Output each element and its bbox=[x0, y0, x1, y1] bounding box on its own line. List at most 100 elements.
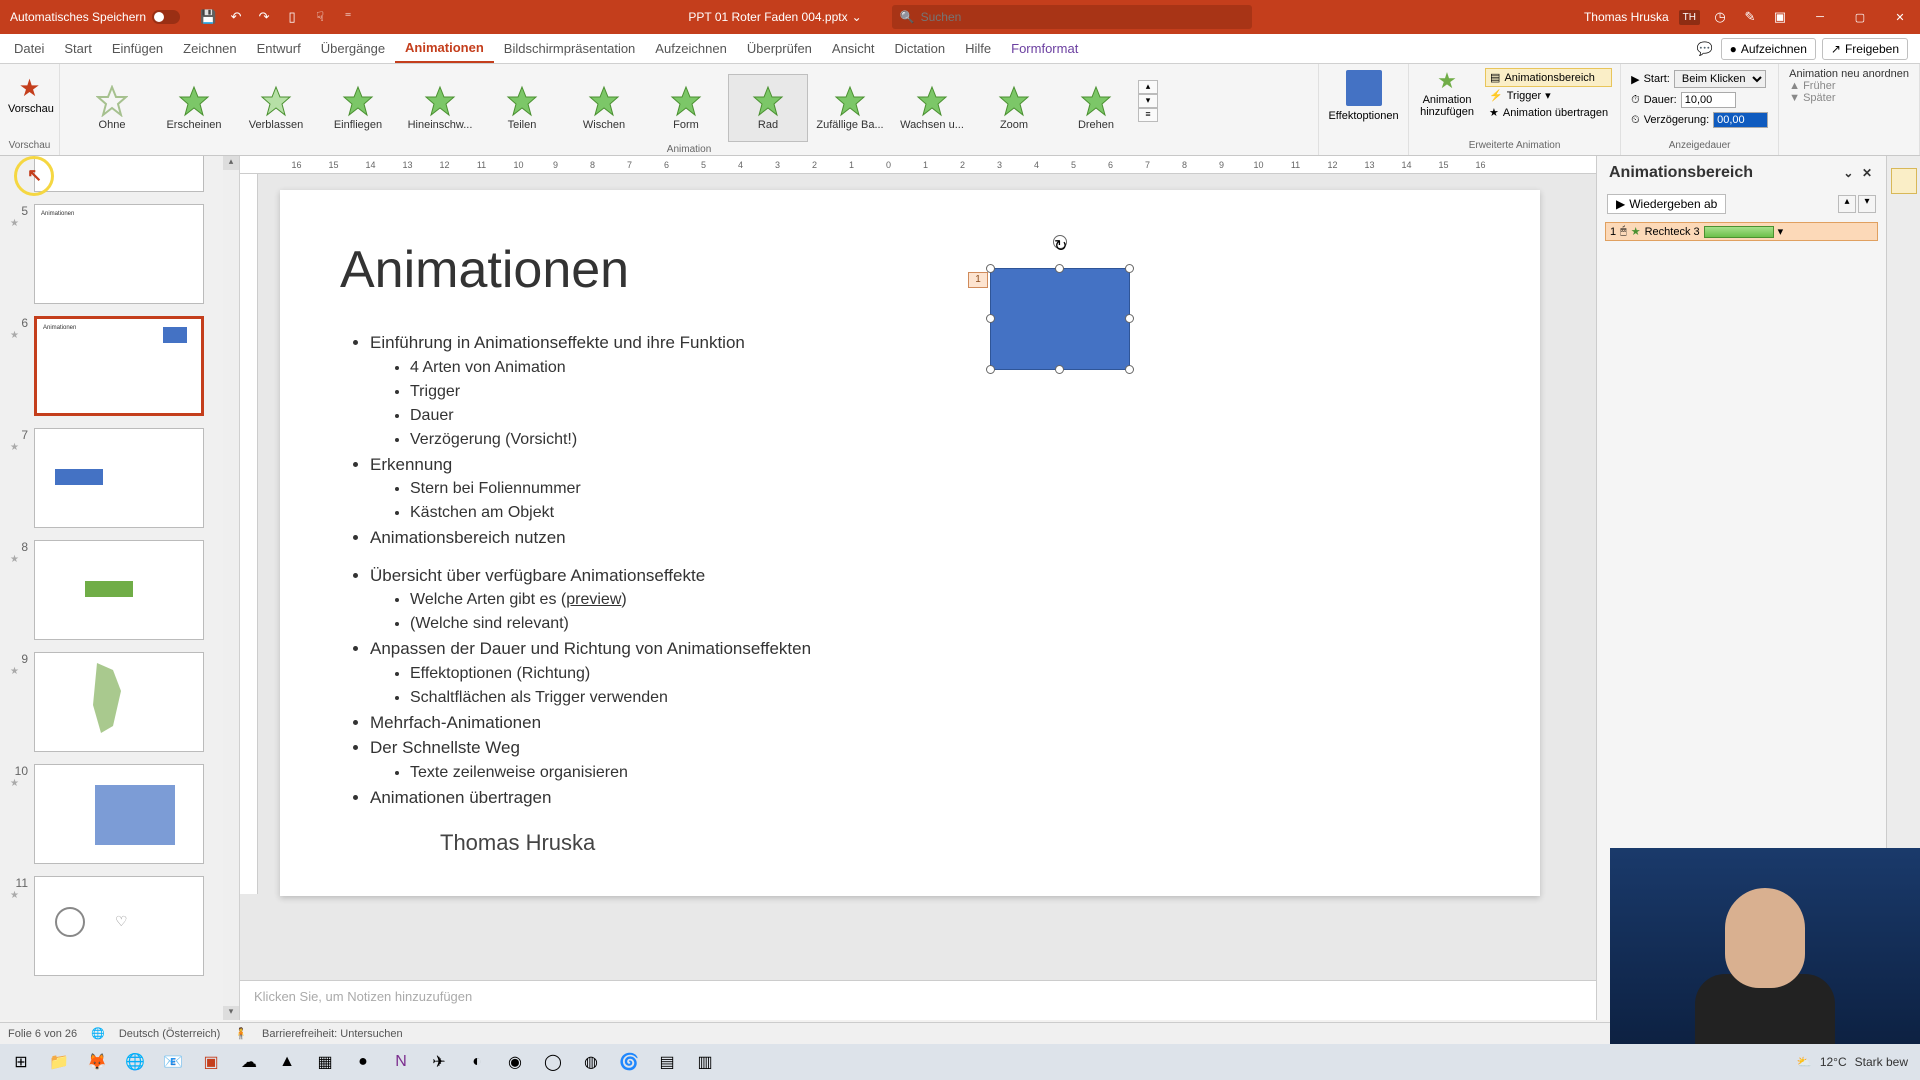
resize-handle[interactable] bbox=[986, 365, 995, 374]
anim-wachsen[interactable]: Wachsen u... bbox=[892, 74, 972, 142]
save-icon[interactable]: 💾 bbox=[198, 7, 218, 27]
anim-ohne[interactable]: Ohne bbox=[72, 74, 152, 142]
play-from-button[interactable]: ▶ Wiedergeben ab bbox=[1607, 194, 1726, 214]
app-icon-2[interactable]: ✎ bbox=[1740, 7, 1760, 27]
thumb-5[interactable]: 5★ Animationen bbox=[0, 198, 239, 310]
rotate-handle[interactable]: ↻ bbox=[1053, 235, 1067, 249]
thumb-9[interactable]: 9★ bbox=[0, 646, 239, 758]
resize-handle[interactable] bbox=[1125, 314, 1134, 323]
anim-verblassen[interactable]: Verblassen bbox=[236, 74, 316, 142]
anim-drehen[interactable]: Drehen bbox=[1056, 74, 1136, 142]
spaeter-button[interactable]: ▼ Später bbox=[1789, 92, 1909, 104]
tab-zeichnen[interactable]: Zeichnen bbox=[173, 35, 246, 62]
tab-formformat[interactable]: Formformat bbox=[1001, 35, 1088, 62]
thumb-8[interactable]: 8★ bbox=[0, 534, 239, 646]
resize-handle[interactable] bbox=[986, 314, 995, 323]
thumbnail-scrollbar[interactable]: ▴ ▾ bbox=[223, 156, 239, 1020]
tab-uebergaenge[interactable]: Übergänge bbox=[311, 35, 395, 62]
tab-ansicht[interactable]: Ansicht bbox=[822, 35, 885, 62]
tab-bildschirm[interactable]: Bildschirmpräsentation bbox=[494, 35, 646, 62]
chevron-down-icon[interactable]: ⌄ bbox=[852, 10, 862, 24]
accessibility-icon[interactable]: 🧍 bbox=[234, 1027, 248, 1040]
effect-options-button[interactable]: Effektoptionen bbox=[1327, 70, 1400, 122]
qat-more-icon[interactable]: ⁼ bbox=[338, 7, 358, 27]
preview-icon[interactable]: ★ bbox=[8, 74, 51, 103]
lang-icon[interactable]: 🌐 bbox=[91, 1027, 105, 1040]
start-button[interactable]: ⊞ bbox=[4, 1047, 38, 1077]
slide-counter[interactable]: Folie 6 von 26 bbox=[8, 1028, 77, 1040]
chevron-down-icon[interactable]: ⌄ bbox=[1841, 164, 1855, 182]
app-icon[interactable]: ◐ bbox=[460, 1047, 494, 1077]
anim-form[interactable]: Form bbox=[646, 74, 726, 142]
obs-icon[interactable]: ◉ bbox=[498, 1047, 532, 1077]
anim-einfliegen[interactable]: Einfliegen bbox=[318, 74, 398, 142]
slide-title[interactable]: Animationen bbox=[340, 240, 1480, 300]
verzoegerung-input[interactable] bbox=[1713, 112, 1768, 128]
username[interactable]: Thomas Hruska bbox=[1584, 10, 1669, 24]
anim-zufaellige[interactable]: Zufällige Ba... bbox=[810, 74, 890, 142]
minimize-button[interactable]: ─ bbox=[1800, 0, 1840, 34]
close-button[interactable]: ✕ bbox=[1880, 0, 1920, 34]
trigger-button[interactable]: ⚡ Trigger ▾ bbox=[1485, 87, 1612, 104]
search-input[interactable] bbox=[921, 10, 1244, 24]
redo-icon[interactable]: ↷ bbox=[254, 7, 274, 27]
explorer-icon[interactable]: 📁 bbox=[42, 1047, 76, 1077]
notes-pane[interactable]: Klicken Sie, um Notizen hinzuzufügen bbox=[240, 980, 1596, 1020]
tab-ueberpruefen[interactable]: Überprüfen bbox=[737, 35, 822, 62]
powerpoint-icon[interactable]: ▣ bbox=[194, 1047, 228, 1077]
anim-teilen[interactable]: Teilen bbox=[482, 74, 562, 142]
move-down-button[interactable]: ▾ bbox=[1858, 195, 1876, 213]
thumb-6[interactable]: 6★ Animationen bbox=[0, 310, 239, 422]
touch-icon[interactable]: ☟ bbox=[310, 7, 330, 27]
move-up-button[interactable]: ▴ bbox=[1838, 195, 1856, 213]
comments-icon[interactable]: 💬 bbox=[1695, 39, 1715, 59]
app-icon[interactable]: ◍ bbox=[574, 1047, 608, 1077]
anim-zoom[interactable]: Zoom bbox=[974, 74, 1054, 142]
duration-bar[interactable] bbox=[1704, 226, 1774, 238]
app-icon[interactable]: ▦ bbox=[308, 1047, 342, 1077]
filename[interactable]: PPT 01 Roter Faden 004.pptx ⌄ bbox=[688, 10, 861, 24]
record-button[interactable]: ● Aufzeichnen bbox=[1721, 38, 1816, 60]
outlook-icon[interactable]: 📧 bbox=[156, 1047, 190, 1077]
share-button[interactable]: ↗ Freigeben bbox=[1822, 38, 1908, 60]
resize-handle[interactable] bbox=[986, 264, 995, 273]
telegram-icon[interactable]: ✈ bbox=[422, 1047, 456, 1077]
dauer-input[interactable] bbox=[1681, 92, 1736, 108]
chevron-down-icon[interactable]: ▾ bbox=[1778, 225, 1784, 238]
animationsbereich-button[interactable]: ▤ Animationsbereich bbox=[1485, 68, 1612, 87]
tab-hilfe[interactable]: Hilfe bbox=[955, 35, 1001, 62]
tab-aufzeichnen[interactable]: Aufzeichnen bbox=[645, 35, 737, 62]
slide-editor[interactable]: 1615141312111098765432101234567891011121… bbox=[240, 156, 1596, 1020]
app-icon[interactable]: ☁ bbox=[232, 1047, 266, 1077]
app-icon[interactable]: ▥ bbox=[688, 1047, 722, 1077]
autosave-toggle[interactable]: Automatisches Speichern bbox=[0, 10, 190, 24]
tab-dictation[interactable]: Dictation bbox=[885, 35, 956, 62]
tab-start[interactable]: Start bbox=[54, 35, 101, 62]
resize-handle[interactable] bbox=[1055, 365, 1064, 374]
chrome-icon[interactable]: 🌐 bbox=[118, 1047, 152, 1077]
anim-entry[interactable]: 1 🖱 ★ Rechteck 3 ▾ bbox=[1605, 222, 1878, 241]
uebertragen-button[interactable]: ★ Animation übertragen bbox=[1485, 104, 1612, 121]
resize-handle[interactable] bbox=[1055, 264, 1064, 273]
thumbnail-panel[interactable]: 5★ Animationen 6★ Animationen 7★ 8★ 9★ 1… bbox=[0, 156, 240, 1020]
scroll-down-icon[interactable]: ▾ bbox=[223, 1006, 239, 1020]
animation-tag[interactable]: 1 bbox=[968, 272, 988, 288]
anim-rad[interactable]: Rad bbox=[728, 74, 808, 142]
user-badge[interactable]: TH bbox=[1679, 10, 1700, 25]
vlc-icon[interactable]: ▲ bbox=[270, 1047, 304, 1077]
preview-label[interactable]: Vorschau bbox=[8, 103, 51, 115]
tab-entwurf[interactable]: Entwurf bbox=[247, 35, 311, 62]
app-icon[interactable]: ▤ bbox=[650, 1047, 684, 1077]
app-icon-1[interactable]: ◷ bbox=[1710, 7, 1730, 27]
scroll-up-icon[interactable]: ▴ bbox=[223, 156, 239, 170]
anim-erscheinen[interactable]: Erscheinen bbox=[154, 74, 234, 142]
thumb-7[interactable]: 7★ bbox=[0, 422, 239, 534]
preview-link[interactable]: preview bbox=[566, 591, 621, 608]
slide-body[interactable]: Einführung in Animationseffekte und ihre… bbox=[340, 330, 1480, 810]
resize-handle[interactable] bbox=[1125, 264, 1134, 273]
tab-animationen[interactable]: Animationen bbox=[395, 34, 494, 63]
tab-einfuegen[interactable]: Einfügen bbox=[102, 35, 173, 62]
maximize-button[interactable]: ▢ bbox=[1840, 0, 1880, 34]
language[interactable]: Deutsch (Österreich) bbox=[119, 1028, 220, 1040]
close-icon[interactable]: ✕ bbox=[1860, 164, 1874, 182]
